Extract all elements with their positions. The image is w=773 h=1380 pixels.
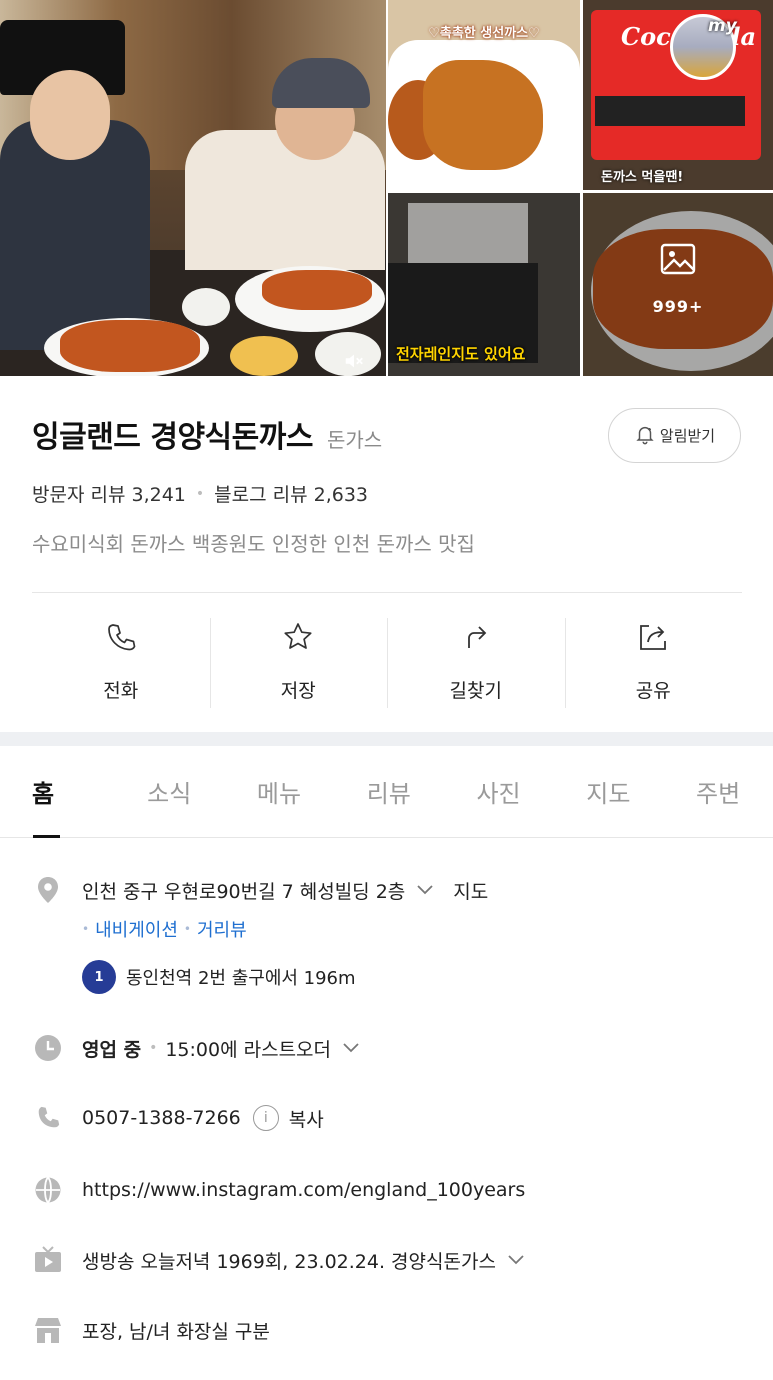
section-gap — [0, 732, 773, 746]
tab-map[interactable]: 지도 — [553, 746, 663, 837]
photo-cutlet — [262, 270, 372, 310]
photo-cutlet — [423, 60, 543, 170]
visitor-reviews-link[interactable]: 방문자 리뷰 3,241 — [32, 480, 186, 507]
action-label: 전화 — [103, 680, 139, 702]
more-photos[interactable]: 999+ — [583, 243, 773, 316]
alarm-label: 알림받기 — [659, 427, 716, 445]
station-info: 1 동인천역 2번 출구에서 196m — [82, 960, 356, 994]
tab-menu[interactable]: 메뉴 — [224, 746, 334, 837]
photo-person-right — [185, 130, 385, 270]
bullet: • — [82, 922, 90, 936]
tab-bar: 홈 소식 메뉴 리뷰 사진 지도 주변 — [0, 746, 773, 838]
place-name: 잉글랜드 경양식돈까스 — [32, 420, 313, 455]
photo-face-left — [30, 70, 110, 160]
blog-reviews-link[interactable]: 블로그 리뷰 2,633 — [214, 480, 368, 507]
tv-row[interactable]: 생방송 오늘저녁 1969회, 23.02.24. 경양식돈가스 — [32, 1244, 528, 1276]
share-button[interactable]: 공유 — [564, 600, 743, 720]
chevron-down-icon[interactable] — [413, 878, 437, 902]
title-row: 잉글랜드 경양식돈까스 돈가스 — [32, 412, 382, 456]
photo-bowl — [182, 288, 230, 326]
phone-icon — [104, 620, 138, 658]
tv-icon — [32, 1244, 64, 1276]
review-summary: 방문자 리뷰 3,241 • 블로그 리뷰 2,633 — [32, 480, 368, 507]
map-link[interactable]: 지도 — [453, 877, 488, 904]
chevron-down-icon[interactable] — [504, 1248, 528, 1272]
hours-note: 15:00에 라스트오더 — [165, 1038, 332, 1061]
website-link[interactable]: https://www.instagram.com/england_100yea… — [82, 1179, 525, 1201]
facilities-row: 포장, 남/녀 화장실 구분 — [32, 1314, 270, 1346]
bullet: • — [183, 922, 191, 936]
tab-nearby[interactable]: 주변 — [663, 746, 773, 837]
tab-news[interactable]: 소식 — [114, 746, 224, 837]
info-icon[interactable]: i — [252, 1105, 279, 1131]
photo-thumb-more[interactable]: 999+ — [583, 193, 773, 376]
star-icon — [281, 620, 315, 658]
photo-caption: 전자레인지도 있어요 — [396, 345, 526, 363]
photo-thumb-fish-cutlet[interactable]: ♡촉촉한 생선까스♡ — [388, 0, 580, 190]
clock-icon — [32, 1032, 64, 1064]
chevron-down-icon[interactable] — [339, 1036, 363, 1060]
globe-icon — [32, 1174, 64, 1206]
place-description: 수요미식회 돈까스 백종원도 인정한 인천 돈까스 맛집 — [32, 532, 475, 556]
bell-icon — [634, 423, 656, 449]
divider — [32, 592, 742, 593]
separator-dot: • — [195, 485, 205, 502]
separator-dot: • — [149, 1040, 158, 1056]
subway-line-badge: 1 — [82, 960, 116, 994]
store-icon — [32, 1314, 64, 1346]
address-row[interactable]: 인천 중구 우현로90번길 7 혜성빌딩 2층 지도 — [32, 874, 488, 906]
business-status: 영업 중 — [82, 1038, 142, 1061]
photo-side-dish — [230, 336, 298, 376]
drink-taps — [595, 96, 745, 126]
photo-count: 999+ — [652, 297, 704, 316]
place-category: 돈가스 — [326, 428, 383, 452]
tab-home[interactable]: 홈 — [0, 746, 114, 838]
action-label: 길찾기 — [449, 680, 502, 702]
action-bar: 전화 저장 길찾기 공유 — [32, 600, 742, 720]
photo-cutlet — [60, 320, 200, 372]
facilities-text: 포장, 남/녀 화장실 구분 — [82, 1320, 270, 1343]
save-button[interactable]: 저장 — [209, 600, 388, 720]
call-button[interactable]: 전화 — [32, 600, 210, 720]
station-text: 동인천역 2번 출구에서 196m — [126, 968, 356, 989]
street-view-link[interactable]: 거리뷰 — [197, 916, 247, 942]
address-text: 인천 중구 우현로90번길 7 혜성빌딩 2층 — [82, 880, 406, 903]
phone-icon — [32, 1102, 64, 1134]
mute-icon[interactable] — [343, 350, 373, 374]
copy-button[interactable]: 복사 — [289, 1105, 324, 1132]
navigation-link[interactable]: 내비게이션 — [95, 916, 178, 942]
photo-caption: 돈까스 먹을땐! — [601, 170, 684, 185]
website-row[interactable]: https://www.instagram.com/england_100yea… — [32, 1174, 525, 1206]
avatar-label: my — [708, 16, 737, 36]
main-photo[interactable] — [0, 0, 386, 376]
location-pin-icon — [32, 874, 64, 906]
tab-photos[interactable]: 사진 — [444, 746, 554, 837]
directions-button[interactable]: 길찾기 — [387, 600, 565, 720]
phone-row[interactable]: 0507-1388-7266 i 복사 — [32, 1102, 324, 1134]
directions-icon — [459, 620, 493, 658]
image-icon — [660, 243, 696, 275]
photo-gallery[interactable]: ♡촉촉한 생선까스♡ Coca-Cola 돈까스 먹을땐! 전자레인지도 있어요… — [0, 0, 773, 376]
tv-appearance: 생방송 오늘저녁 1969회, 23.02.24. 경양식돈가스 — [82, 1250, 496, 1273]
action-label: 저장 — [280, 680, 316, 702]
photo-thumb-microwave[interactable]: 전자레인지도 있어요 — [388, 193, 580, 376]
share-icon — [636, 620, 670, 658]
phone-number[interactable]: 0507-1388-7266 — [82, 1107, 241, 1129]
address-sub-links: • 내비게이션 • 거리뷰 — [82, 916, 247, 942]
hours-row[interactable]: 영업 중 • 15:00에 라스트오더 — [32, 1032, 363, 1064]
action-label: 공유 — [635, 680, 671, 702]
tab-reviews[interactable]: 리뷰 — [334, 746, 444, 837]
alarm-button[interactable]: 알림받기 — [608, 408, 741, 463]
photo-caption: ♡촉촉한 생선까스♡ — [428, 26, 540, 41]
